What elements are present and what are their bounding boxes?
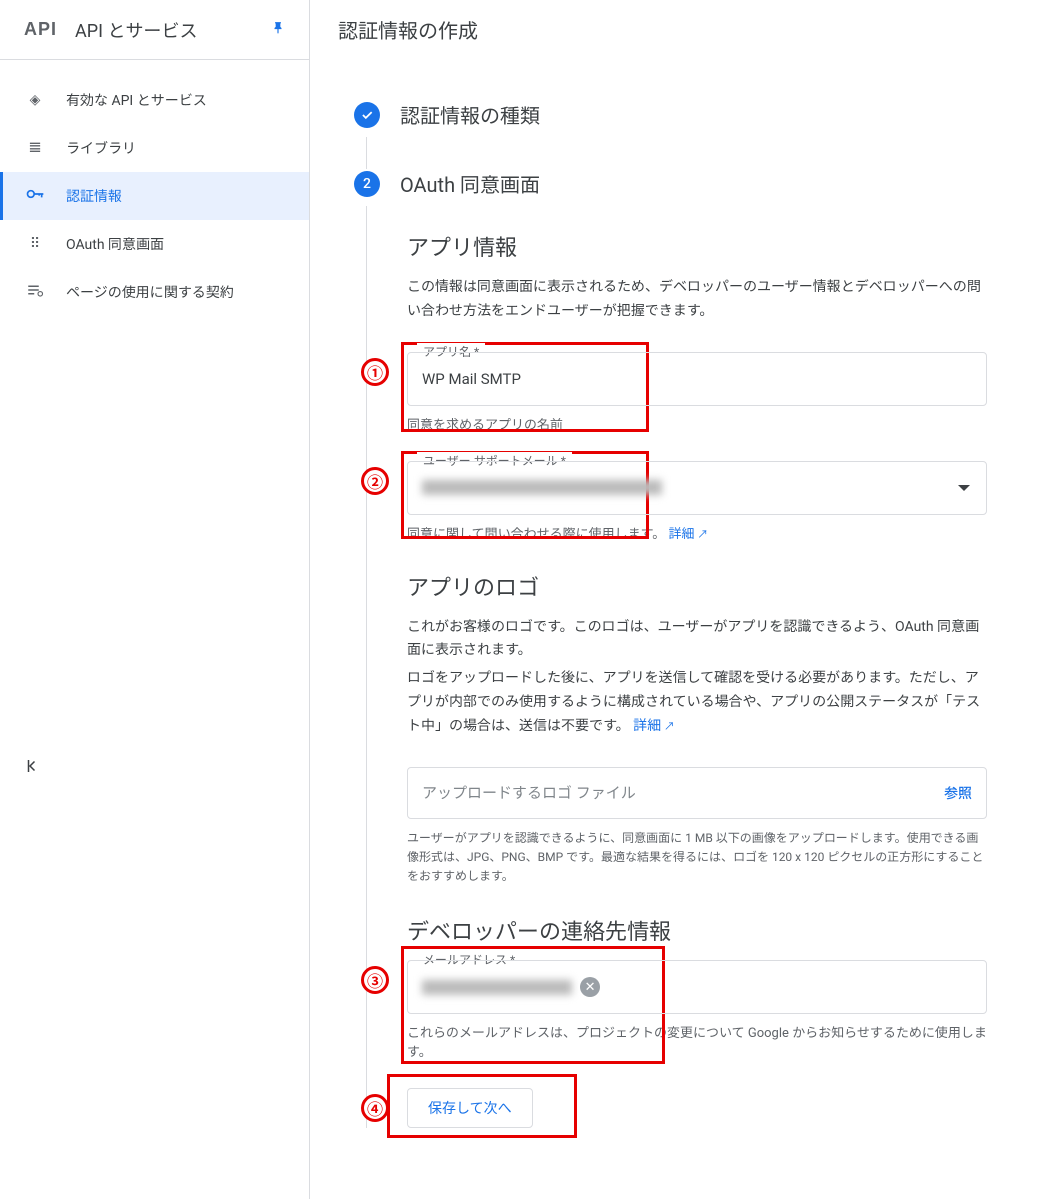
annotation-3: ③ (361, 966, 389, 994)
app-logo-heading: アプリのロゴ (407, 570, 1013, 602)
annotation-4: ④ (361, 1094, 389, 1122)
page-title: 認証情報の作成 (310, 0, 1043, 60)
app-logo-desc-2: ロゴをアップロードした後に、アプリを送信して確認を受ける必要があります。ただし、… (407, 667, 987, 738)
dev-email-helper: これらのメールアドレスは、プロジェクトの変更について Google からお知らせ… (407, 1022, 987, 1060)
app-name-helper: 同意を求めるアプリの名前 (407, 414, 987, 433)
sidebar-item-label: ライブラリ (66, 138, 136, 158)
app-logo-details-link[interactable]: 詳細 (633, 718, 675, 734)
product-title: API とサービス (75, 17, 253, 43)
browse-button[interactable]: 参照 (944, 783, 972, 803)
api-logo: API (24, 19, 57, 40)
dev-email-input[interactable]: ██████████ ✕ (407, 960, 987, 1014)
logo-upload-placeholder: アップロードするロゴ ファイル (422, 782, 636, 803)
save-and-continue-button[interactable]: 保存して次へ (407, 1088, 533, 1128)
support-email-helper: 同意に関して問い合わせる際に使用します。 詳細 (407, 523, 987, 542)
step-1-title: 認証情報の種類 (400, 100, 540, 129)
annotation-2: ② (361, 467, 389, 495)
pin-icon[interactable] (271, 19, 285, 41)
clear-chip-icon[interactable]: ✕ (580, 977, 600, 997)
step-1-check-icon (354, 102, 380, 128)
sidebar-item-credentials[interactable]: 認証情報 (0, 172, 309, 220)
sidebar-item-enabled-apis[interactable]: ◈ 有効な API とサービス (0, 76, 309, 124)
step-2-title: OAuth 同意画面 (400, 169, 540, 198)
sidebar-item-label: OAuth 同意画面 (66, 234, 164, 254)
step-2-header: 2 OAuth 同意画面 (354, 169, 1013, 198)
sidebar-item-label: 有効な API とサービス (66, 90, 207, 110)
main-content: 認証情報の作成 認証情報の種類 2 OAuth 同意画面 アプリ情報 この情報は… (310, 0, 1043, 1199)
sidebar-header: API API とサービス (0, 0, 309, 60)
settings-list-icon (24, 281, 46, 303)
support-email-details-link[interactable]: 詳細 (669, 527, 709, 542)
logo-upload-helper: ユーザーがアプリを認識できるように、同意画面に 1 MB 以下の画像をアップロー… (407, 829, 987, 887)
sidebar-item-library[interactable]: 𝌆 ライブラリ (0, 124, 309, 172)
sidebar: API API とサービス ◈ 有効な API とサービス 𝌆 ライブラリ 認証… (0, 0, 310, 1199)
app-name-input[interactable]: WP Mail SMTP (407, 352, 987, 406)
annotation-1: ① (361, 358, 389, 386)
app-logo-desc-1: これがお客様のロゴです。このロゴは、ユーザーがアプリを認識できるよう、OAuth… (407, 616, 987, 664)
sidebar-item-oauth-consent[interactable]: ⠿ OAuth 同意画面 (0, 220, 309, 268)
app-info-heading: アプリ情報 (407, 230, 1013, 262)
collapse-sidebar-icon[interactable] (24, 757, 42, 779)
consent-icon: ⠿ (24, 236, 46, 252)
sidebar-item-label: ページの使用に関する契約 (66, 282, 234, 302)
diamond-icon: ◈ (24, 92, 46, 108)
sidebar-item-label: 認証情報 (66, 186, 122, 206)
step-2-badge: 2 (354, 171, 380, 197)
sidebar-item-page-usage-agreements[interactable]: ページの使用に関する契約 (0, 268, 309, 316)
support-email-select[interactable]: ████████████████ (407, 461, 987, 515)
dev-contact-heading: デベロッパーの連絡先情報 (407, 914, 1013, 946)
library-icon: 𝌆 (24, 140, 46, 156)
app-info-description: この情報は同意画面に表示されるため、デベロッパーのユーザー情報とデベロッパーへの… (407, 276, 987, 324)
sidebar-nav: ◈ 有効な API とサービス 𝌆 ライブラリ 認証情報 ⠿ OAuth 同意画… (0, 60, 309, 316)
logo-upload-field[interactable]: アップロードするロゴ ファイル 参照 (407, 767, 987, 819)
step-1-header[interactable]: 認証情報の種類 (354, 100, 1013, 129)
key-icon (24, 184, 46, 208)
